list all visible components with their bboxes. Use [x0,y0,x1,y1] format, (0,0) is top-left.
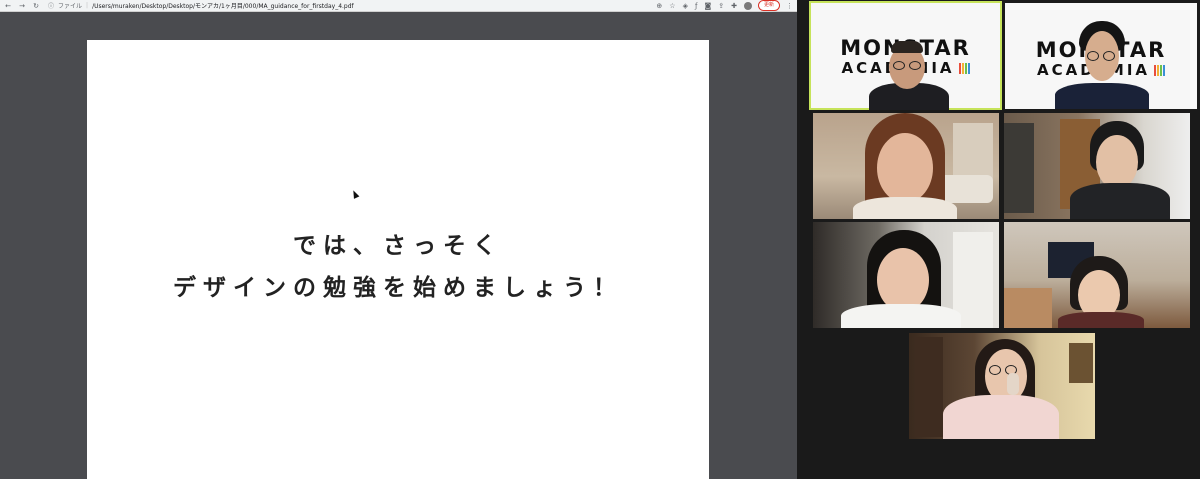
file-path[interactable]: /Users/muraken/Desktop/Desktop/モンアカ/1ヶ月目… [92,1,354,10]
participant-face [877,133,933,203]
glass-cup [1007,373,1019,395]
bookshelf-background [1004,123,1034,213]
pdf-slide-page: では、さっそく デザインの勉強を始めましょう！ [87,40,709,479]
logo-bars-icon [1153,62,1166,80]
video-tile-participant-2[interactable]: MONSTAR ACADEMIA [1005,3,1197,109]
browser-toolbar: ← → ↻ ⓘ ファイル | /Users/muraken/Desktop/De… [0,0,797,12]
file-scheme-label: ファイル [58,3,83,10]
video-tile-participant-7[interactable] [909,333,1095,439]
mouse-cursor-icon [350,189,360,199]
participant-body [841,304,961,328]
profile-avatar-icon[interactable] [743,1,752,10]
nav-buttons: ← → ↻ [4,2,40,10]
slide-heading: では、さっそく デザインの勉強を始めましょう！ [87,225,709,309]
logo-bars-icon [958,60,970,78]
participant-face [877,248,929,312]
info-icon[interactable]: ⓘ [48,1,54,10]
share-icon[interactable]: ⇪ [718,2,724,10]
video-tile-participant-5[interactable] [813,222,999,328]
participant-hair [891,41,923,53]
bookmark-star-icon[interactable]: ☆ [669,2,675,10]
shelf-background [915,337,943,437]
frame-background [1069,343,1093,383]
video-gallery: MONSTAR ACADEMIA MONSTAR ACADEMIA [797,0,1200,479]
participant-body [1070,183,1170,219]
slide-line-2: デザインの勉強を始めましょう！ [173,275,623,301]
menu-dots-icon[interactable]: ⋮ [786,2,793,10]
participant-body [1055,83,1149,109]
function-icon[interactable]: ƒ [695,2,697,10]
glasses-icon [989,365,1001,375]
back-icon[interactable]: ← [4,2,12,10]
video-tile-participant-4[interactable] [1004,113,1190,219]
update-button[interactable]: 更新 [757,0,780,11]
window-background [953,123,993,183]
extension-icon[interactable]: ◈ [683,2,688,10]
video-tile-participant-6[interactable] [1004,222,1190,328]
zoom-icon[interactable]: ⊕ [656,2,662,10]
camera-icon[interactable]: ◙ [704,2,711,10]
puzzle-icon[interactable]: ✚ [731,2,737,10]
desk-background [1004,288,1052,328]
participant-body [1058,312,1144,328]
participant-face [1096,135,1138,189]
participant-body [943,395,1059,439]
glasses-icon [1087,51,1099,61]
forward-icon[interactable]: → [18,2,26,10]
video-tile-participant-1[interactable]: MONSTAR ACADEMIA [809,1,1002,110]
slide-line-1: では、さっそく [293,233,503,259]
browser-window: ← → ↻ ⓘ ファイル | /Users/muraken/Desktop/De… [0,0,797,479]
toolbar-icons: ⊕ ☆ ◈ ƒ ◙ ⇪ ✚ [656,1,752,10]
participant-body [853,197,957,219]
glasses-icon [893,61,905,70]
reload-icon[interactable]: ↻ [32,2,40,10]
address-separator: | [86,2,89,9]
video-tile-participant-3[interactable] [813,113,999,219]
address-bar[interactable]: ⓘ ファイル | /Users/muraken/Desktop/Desktop/… [48,1,656,10]
